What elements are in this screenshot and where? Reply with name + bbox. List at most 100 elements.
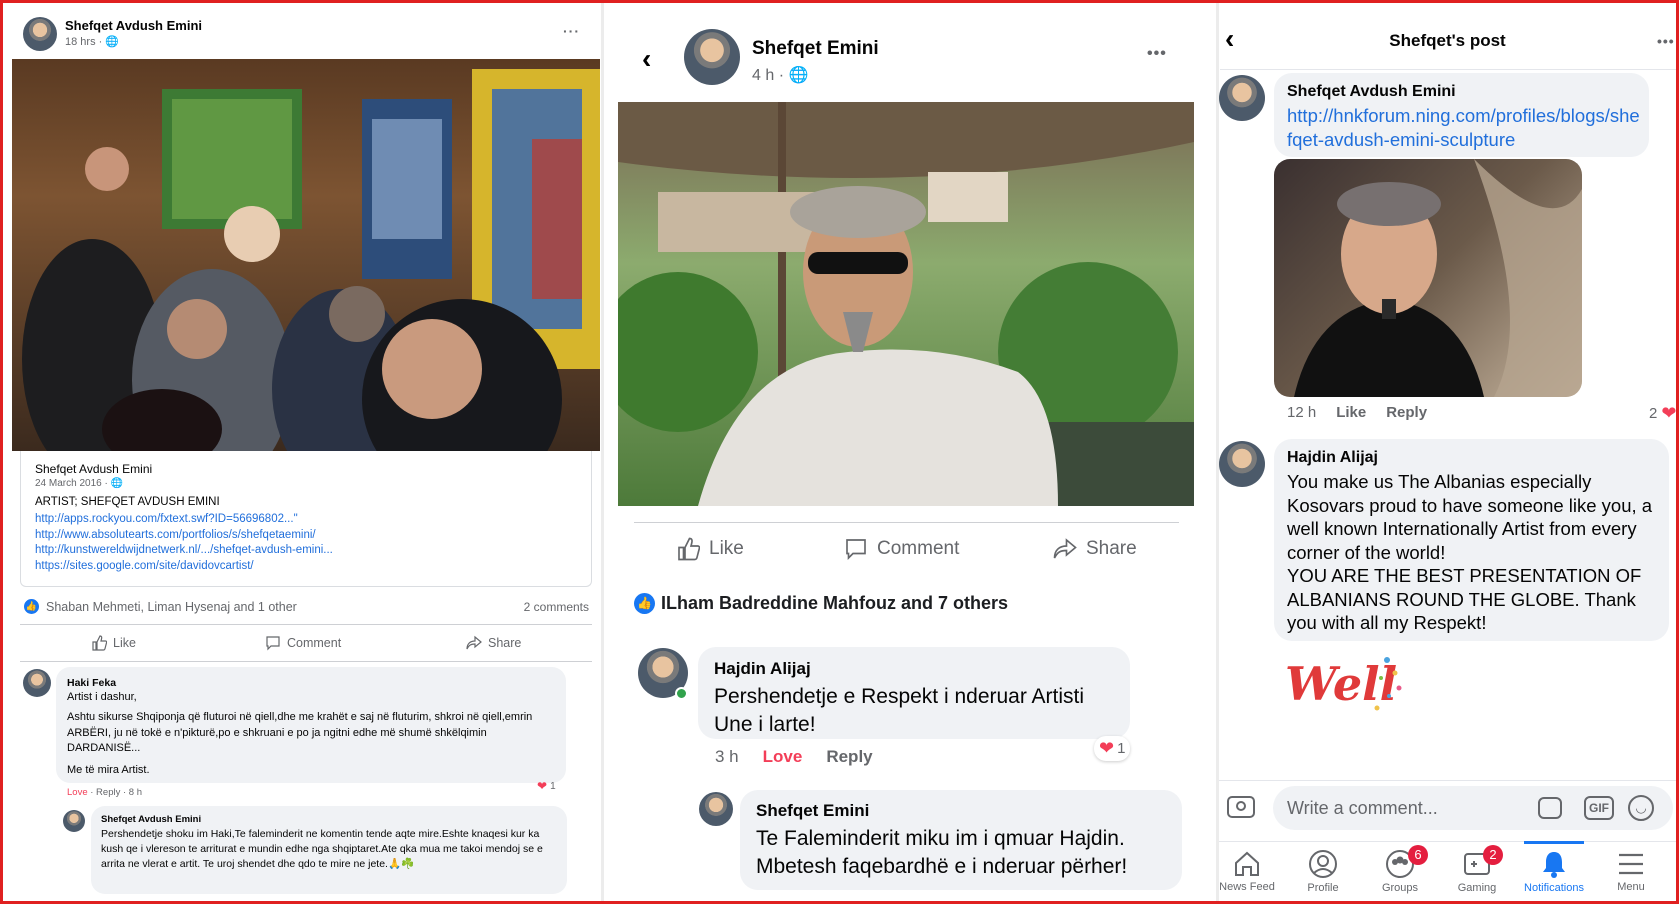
gaming-badge: 2: [1483, 845, 1503, 865]
shared-link-1[interactable]: http://apps.rockyou.com/fxtext.swf?ID=56…: [35, 512, 333, 528]
comment-label: Comment: [877, 538, 960, 559]
author-avatar[interactable]: [684, 29, 740, 85]
reactions-names: ILham Badreddine Mahfouz and 7 others: [661, 593, 1009, 613]
comment-reaction-count[interactable]: ❤ 1: [1094, 736, 1131, 761]
nav-label: Profile: [1307, 882, 1339, 894]
react-count: 2: [1649, 405, 1658, 422]
comment-bubble: Shefqet Avdush Emini http://hnkforum.nin…: [1274, 73, 1649, 157]
nav-menu[interactable]: Menu: [1591, 842, 1671, 893]
comment-author[interactable]: Haki Feka: [67, 677, 116, 689]
share-button[interactable]: Share: [1053, 537, 1137, 561]
reply-avatar[interactable]: [699, 792, 733, 826]
shared-link-4[interactable]: https://sites.google.com/site/davidovcar…: [35, 559, 333, 575]
reactions-names: Shaban Mehmeti, Liman Hysenaj and 1 othe…: [46, 599, 297, 614]
share-icon: [466, 635, 482, 650]
comment-link[interactable]: http://hnkforum.ning.com/profiles/blogs/…: [1287, 104, 1642, 152]
post-author[interactable]: Shefqet Avdush Emini: [65, 18, 202, 33]
mobile-post-panel: ‹ Shefqet Emini 4 h · 🌐 ••• Like Comment: [604, 3, 1216, 901]
post-photo[interactable]: [618, 102, 1194, 506]
reactions-summary[interactable]: 👍 Shaban Mehmeti, Liman Hysenaj and 1 ot…: [24, 599, 297, 614]
love-reaction-link[interactable]: Love: [763, 747, 803, 767]
comment-greeting: Artist i dashur,: [67, 691, 137, 703]
share-label: Share: [1086, 538, 1137, 559]
gallery-scene-illustration: [22, 69, 600, 451]
reply-author[interactable]: Shefqet Emini: [756, 801, 869, 821]
comments-count[interactable]: 2 comments: [524, 600, 589, 614]
reply-avatar[interactable]: [63, 810, 85, 832]
reply-link[interactable]: Reply: [1386, 404, 1427, 421]
globe-icon: 🌐: [110, 478, 124, 489]
comment-photo[interactable]: [1274, 159, 1582, 397]
man-with-cap-illustration: [618, 102, 1194, 506]
reply-bubble: Shefqet Avdush Emini Pershendetje shoku …: [91, 806, 567, 894]
reactions-summary[interactable]: 👍 ILham Badreddine Mahfouz and 7 others: [634, 593, 1008, 614]
comment-button[interactable]: Comment: [265, 635, 341, 651]
nav-news-feed[interactable]: News Feed: [1219, 842, 1287, 893]
divider: [1219, 780, 1676, 781]
like-label: Like: [709, 538, 744, 559]
comment-author[interactable]: Hajdin Alijaj: [714, 659, 811, 679]
commenter-avatar[interactable]: [23, 669, 51, 697]
comment-button[interactable]: Comment: [844, 537, 959, 561]
reply-author[interactable]: Shefqet Avdush Emini: [101, 814, 201, 825]
sticker-illustration: Well Done: [1285, 657, 1546, 711]
shared-post-card[interactable]: Shefqet Avdush Emini 24 March 2016 · 🌐 A…: [20, 451, 592, 587]
shared-date[interactable]: 24 March 2016 ·: [35, 478, 108, 489]
like-label: Like: [113, 636, 136, 650]
nav-label: Menu: [1617, 881, 1645, 893]
nav-notifications[interactable]: Notifications: [1514, 841, 1594, 894]
divider: [20, 624, 592, 625]
comment-placeholder: Write a comment...: [1287, 798, 1438, 818]
react-count: 1: [550, 780, 556, 792]
like-button[interactable]: Like: [91, 635, 136, 651]
globe-icon: 🌐: [788, 67, 809, 84]
reply-link[interactable]: Reply: [826, 747, 872, 767]
thumbs-up-icon: [678, 537, 700, 561]
comment-meta[interactable]: · Reply · 8 h: [88, 787, 142, 798]
sticker-icon[interactable]: [1538, 797, 1562, 819]
post-more-button[interactable]: •••: [1147, 45, 1167, 63]
comment-reaction-count[interactable]: 2 ❤: [1649, 403, 1676, 424]
comment-input[interactable]: Write a comment... GIF ◡: [1273, 786, 1673, 830]
post-more-button[interactable]: ···: [563, 23, 580, 39]
nav-profile[interactable]: Profile: [1283, 842, 1363, 894]
comment-icon: [846, 539, 866, 560]
header-divider: [1220, 69, 1676, 70]
post-author[interactable]: Shefqet Emini: [752, 38, 879, 60]
groups-badge: 6: [1408, 845, 1428, 865]
sticker-text-well: Well Done: [1285, 657, 1407, 711]
comment-time: 12 h: [1287, 404, 1317, 421]
shared-link-3[interactable]: http://kunstwereldwijdnetwerk.nl/.../she…: [35, 543, 333, 559]
share-icon: [1053, 538, 1077, 559]
shared-author[interactable]: Shefqet Avdush Emini: [35, 462, 152, 476]
emoji-icon[interactable]: ◡: [1628, 795, 1654, 821]
well-done-sticker[interactable]: Well Done: [1277, 648, 1546, 768]
post-more-button[interactable]: •••: [1657, 33, 1675, 49]
thumbs-up-icon: [92, 635, 107, 651]
camera-icon[interactable]: [1227, 796, 1255, 818]
comment-author[interactable]: Shefqet Avdush Emini: [1287, 83, 1456, 101]
comment-actions: 3 h Love Reply: [715, 747, 873, 767]
comment-author[interactable]: Hajdin Alijaj: [1287, 449, 1378, 467]
nav-gaming[interactable]: Gaming 2: [1437, 842, 1517, 894]
commenter-avatar[interactable]: [1219, 441, 1265, 487]
nav-groups[interactable]: Groups 6: [1360, 842, 1440, 894]
love-icon: ❤: [1661, 403, 1676, 423]
share-button[interactable]: Share: [466, 635, 521, 651]
comment-reaction-count[interactable]: ❤ 1: [537, 779, 556, 793]
love-reaction-link[interactable]: Love: [67, 787, 88, 798]
post-photo[interactable]: [12, 59, 600, 451]
menu-icon: [1619, 853, 1643, 875]
back-arrow-icon[interactable]: ‹: [642, 43, 651, 75]
comment-body: You make us The Albanias especially Koso…: [1287, 471, 1653, 633]
like-link[interactable]: Like: [1336, 404, 1366, 421]
like-button[interactable]: Like: [676, 537, 744, 561]
shared-link-2[interactable]: http://www.absolutearts.com/portfolios/s…: [35, 528, 333, 544]
post-time[interactable]: 4 h ·: [752, 67, 784, 84]
sculptor-portrait-illustration: [1294, 159, 1582, 397]
post-time[interactable]: 18 hrs ·: [65, 36, 102, 48]
author-avatar[interactable]: [23, 17, 57, 51]
gif-icon[interactable]: GIF: [1584, 796, 1614, 820]
commenter-avatar[interactable]: [1219, 75, 1265, 121]
comment-bubble: Hajdin Alijaj Pershendetje e Respekt i n…: [698, 647, 1130, 739]
